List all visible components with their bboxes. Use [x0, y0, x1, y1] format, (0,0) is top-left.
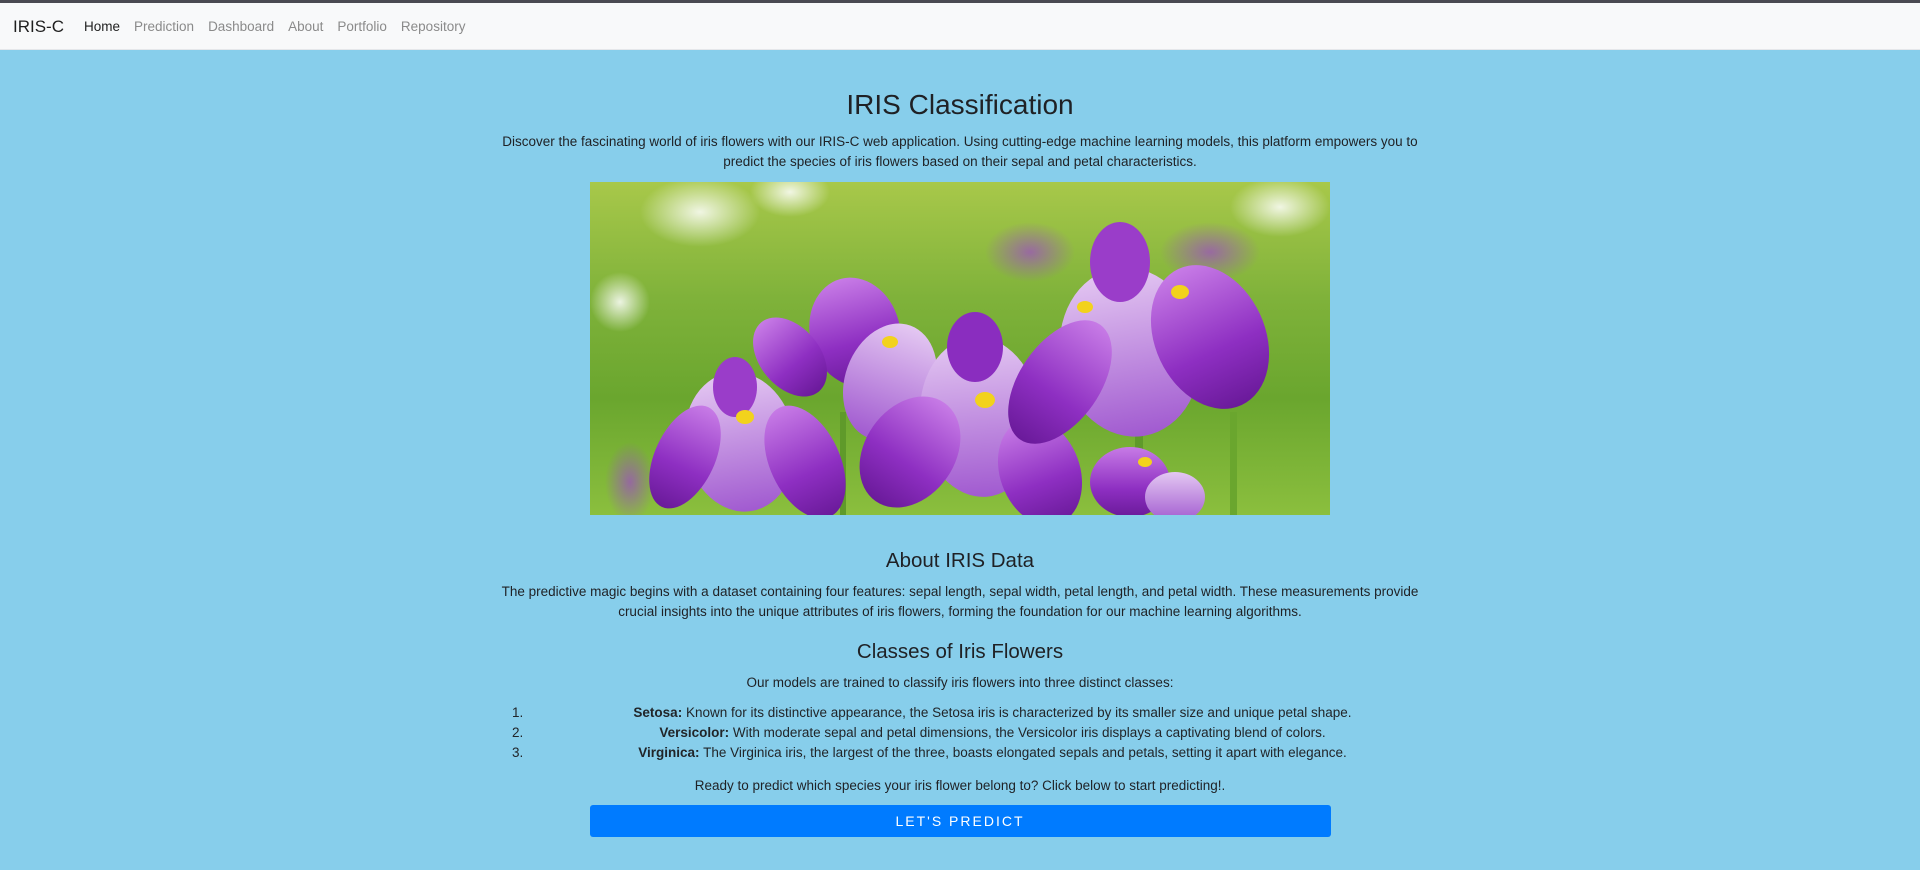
class-description: The Virginica iris, the largest of the t…: [699, 745, 1347, 760]
nav-link-portfolio[interactable]: Portfolio: [337, 19, 387, 34]
ready-text: Ready to predict which species your iris…: [694, 778, 1226, 793]
nav-link-home[interactable]: Home: [84, 19, 120, 34]
about-text: The predictive magic begins with a datas…: [501, 584, 1419, 619]
main-content: IRIS Classification Discover the fascina…: [500, 50, 1420, 837]
iris-flowers-image: [590, 182, 1330, 515]
nav-link-dashboard[interactable]: Dashboard: [208, 19, 274, 34]
list-number: 3.: [512, 745, 524, 760]
list-item: 2. Versicolor: With moderate sepal and p…: [500, 723, 1420, 743]
list-item: 1. Setosa: Known for its distinctive app…: [500, 703, 1420, 723]
classes-list: 1. Setosa: Known for its distinctive app…: [500, 703, 1420, 763]
nav-link-about[interactable]: About: [288, 19, 323, 34]
classes-heading: Classes of Iris Flowers: [856, 640, 1064, 663]
list-number: 2.: [512, 725, 524, 740]
class-name: Versicolor:: [659, 725, 730, 740]
navbar: IRIS-C Home Prediction Dashboard About P…: [0, 3, 1920, 50]
nav-link-repository[interactable]: Repository: [401, 19, 466, 34]
lets-predict-button[interactable]: LET'S PREDICT: [589, 805, 1331, 837]
nav-link-prediction[interactable]: Prediction: [134, 19, 194, 34]
page-title: IRIS Classification: [846, 89, 1074, 120]
list-number: 1.: [512, 705, 524, 720]
brand-link[interactable]: IRIS-C: [13, 17, 64, 37]
class-description: Known for its distinctive appearance, th…: [682, 705, 1352, 720]
list-item: 3. Virginica: The Virginica iris, the la…: [500, 743, 1420, 763]
about-heading: About IRIS Data: [885, 549, 1035, 572]
class-description: With moderate sepal and petal dimensions…: [729, 725, 1326, 740]
classes-intro: Our models are trained to classify iris …: [746, 675, 1174, 690]
class-name: Setosa:: [633, 705, 683, 720]
intro-text: Discover the fascinating world of iris f…: [502, 134, 1418, 169]
class-name: Virginica:: [638, 745, 700, 760]
